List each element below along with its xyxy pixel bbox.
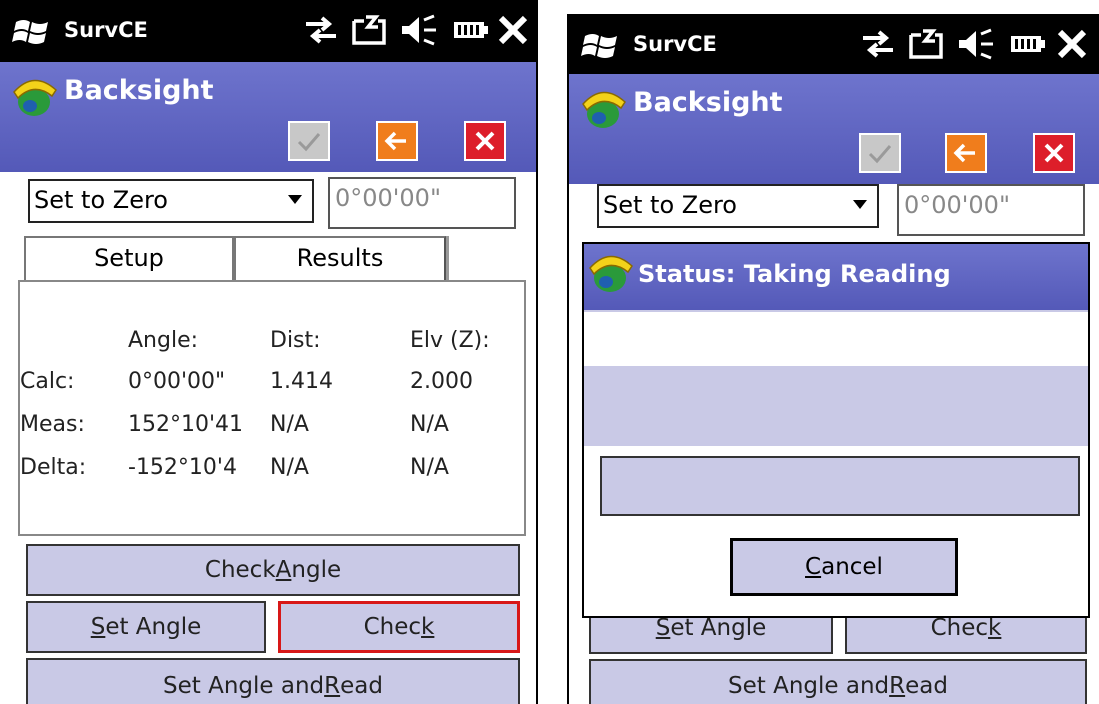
set-angle-label-b: et Angle: [670, 615, 767, 641]
check-angle-hotkey: A: [275, 557, 292, 583]
set-angle-read-label-b: ead: [340, 673, 383, 699]
ok-button[interactable]: [288, 121, 330, 161]
screen-taking-reading: SurvCE Backsight Set to Zero 0°00'00" S …: [567, 14, 1099, 704]
status-dialog: Status: Taking Reading Cancel: [582, 242, 1090, 618]
row-meas-angle: 152°10'41: [128, 412, 244, 437]
checkmark-icon: [297, 133, 321, 152]
check-hotkey: k: [421, 614, 435, 640]
set-angle-read-hotkey: R: [324, 673, 341, 699]
header-elv: Elv (Z):: [410, 328, 490, 353]
check-angle-label-a: Check: [204, 557, 276, 583]
dialog-cancel-button[interactable]: Cancel: [730, 538, 958, 596]
screen-results: SurvCE Backsight Set to Zero 0°00'00" Se…: [0, 0, 538, 704]
set-angle-hotkey: S: [90, 614, 106, 640]
angle-input-value: 0°00'00": [335, 184, 441, 212]
mode-select[interactable]: Set to Zero: [597, 184, 879, 228]
survce-logo-icon: [589, 255, 633, 292]
check-button[interactable]: Chec k: [278, 601, 520, 653]
header-angle: Angle:: [128, 328, 199, 353]
notification-icon[interactable]: [907, 27, 947, 61]
connectivity-icon[interactable]: [859, 27, 897, 61]
row-calc-label: Calc:: [20, 369, 75, 394]
speaker-icon[interactable]: [957, 27, 995, 61]
notification-icon[interactable]: [350, 13, 390, 47]
connectivity-icon[interactable]: [302, 13, 340, 47]
row-delta-angle: -152°10'4: [128, 455, 237, 480]
row-calc-elv: 2.000: [410, 369, 473, 394]
results-panel: [18, 280, 526, 536]
cancel-hotkey: C: [805, 554, 822, 580]
row-meas-elv: N/A: [410, 412, 449, 437]
row-delta-label: Delta:: [20, 455, 87, 480]
dialog-titlebar: Status: Taking Reading: [584, 244, 1088, 310]
cancel-x-button[interactable]: [464, 121, 506, 161]
survce-logo-icon: [582, 91, 626, 128]
windows-start-icon[interactable]: [12, 16, 52, 48]
set-angle-label-b: et Angle: [105, 614, 202, 640]
mode-select[interactable]: Set to Zero: [28, 179, 314, 223]
status-readout-field: [600, 456, 1080, 516]
taskbar: SurvCE: [569, 14, 1099, 74]
set-angle-and-read-button[interactable]: Set Angle and Read: [589, 659, 1087, 704]
mode-select-value: Set to Zero: [603, 191, 737, 219]
angle-input-value: 0°00'00": [904, 191, 1010, 219]
taskbar: SurvCE: [0, 0, 536, 62]
window-titlebar: Backsight: [0, 62, 536, 172]
chevron-down-icon: [288, 195, 302, 204]
tab-results[interactable]: Results: [234, 236, 446, 282]
tab-setup-label: Setup: [94, 244, 164, 272]
battery-icon: [1011, 36, 1045, 52]
app-name[interactable]: SurvCE: [633, 32, 717, 56]
row-delta-elv: N/A: [410, 455, 449, 480]
x-icon: [475, 131, 495, 151]
battery-icon: [454, 22, 488, 38]
mode-select-value: Set to Zero: [34, 186, 168, 214]
tab-setup[interactable]: Setup: [24, 236, 234, 282]
row-meas-dist: N/A: [270, 412, 309, 437]
chevron-down-icon: [853, 200, 867, 209]
cancel-x-button[interactable]: [1033, 133, 1075, 173]
back-button[interactable]: [945, 133, 987, 173]
windows-start-icon[interactable]: [581, 30, 621, 62]
survce-logo-icon: [13, 79, 57, 116]
close-icon[interactable]: [1055, 27, 1089, 61]
check-angle-button[interactable]: Check Angle: [26, 544, 520, 596]
row-calc-angle: 0°00'00": [128, 369, 226, 394]
angle-input[interactable]: 0°00'00": [897, 184, 1085, 236]
dialog-title: Status: Taking Reading: [638, 260, 951, 288]
row-meas-label: Meas:: [20, 412, 85, 437]
set-angle-read-label-a: Set Angle and: [163, 673, 325, 699]
speaker-icon[interactable]: [400, 13, 438, 47]
check-angle-label-b: ngle: [291, 557, 342, 583]
set-angle-hotkey: S: [655, 615, 671, 641]
set-angle-button[interactable]: Set Angle: [26, 601, 266, 653]
status-message-area: [584, 310, 1088, 368]
close-icon[interactable]: [496, 13, 530, 47]
check-label-a: Chec: [363, 614, 422, 640]
arrow-left-icon: [953, 143, 975, 163]
ok-button[interactable]: [859, 133, 901, 173]
row-delta-dist: N/A: [270, 455, 309, 480]
x-icon: [1044, 143, 1064, 163]
cancel-label: ancel: [821, 554, 883, 580]
app-name[interactable]: SurvCE: [64, 18, 148, 42]
window-title: Backsight: [64, 75, 214, 106]
tab-results-label: Results: [296, 244, 384, 272]
status-progress-area: [584, 366, 1088, 446]
angle-input[interactable]: 0°00'00": [328, 177, 516, 229]
check-label-a: Chec: [930, 615, 989, 641]
set-angle-read-label-b: ead: [905, 673, 948, 699]
row-calc-dist: 1.414: [270, 369, 333, 394]
back-button[interactable]: [376, 121, 418, 161]
window-titlebar: Backsight: [569, 74, 1099, 184]
set-angle-read-label-a: Set Angle and: [728, 673, 890, 699]
window-title: Backsight: [633, 87, 783, 118]
arrow-left-icon: [384, 131, 406, 151]
check-hotkey: k: [988, 615, 1002, 641]
set-angle-read-hotkey: R: [889, 673, 906, 699]
header-dist: Dist:: [270, 328, 321, 353]
checkmark-icon: [868, 145, 892, 164]
set-angle-and-read-button[interactable]: Set Angle and Read: [26, 658, 520, 704]
